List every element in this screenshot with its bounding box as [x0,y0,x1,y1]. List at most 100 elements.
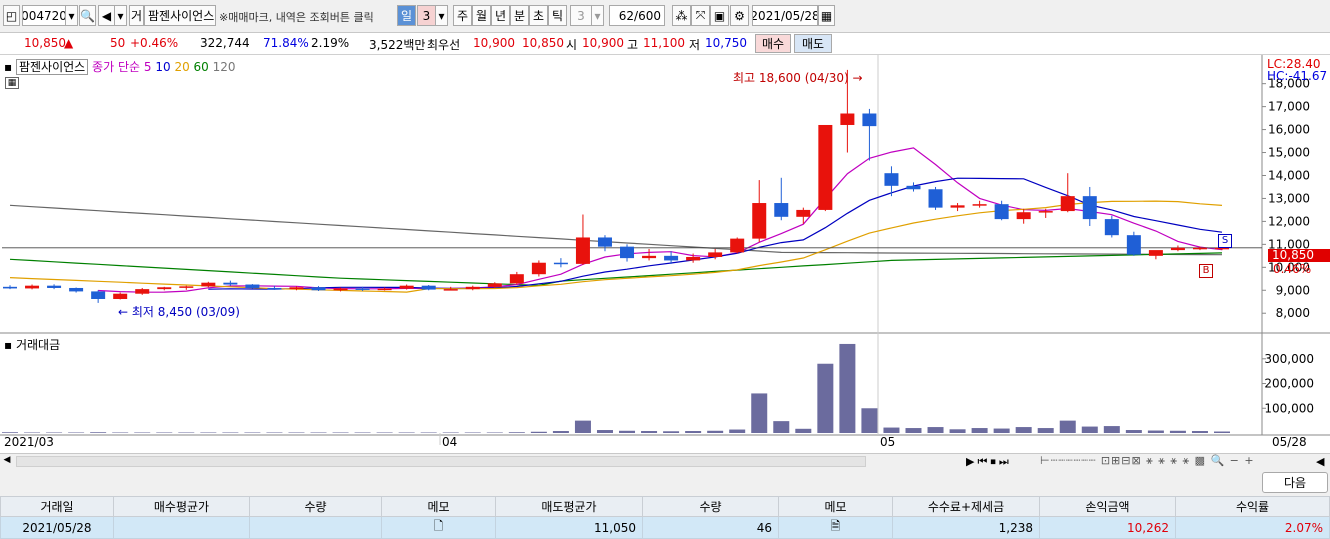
scroll-left-icon[interactable]: ◀ [0,455,14,468]
current-price: 10,850 [24,36,66,50]
price-tick-label: 14,000 [1268,168,1310,182]
stock-name-field: 팜젠사이언스 [144,5,216,26]
date-input[interactable]: 2021/05/28 [752,5,818,26]
sell-marker[interactable]: S [1218,234,1232,248]
candle-body [620,247,634,258]
tick-value-input[interactable]: 3 [570,5,592,26]
volume-bar [883,428,899,433]
buy-qty [250,517,382,539]
high-annotation: 최고 18,600 (04/30) → [733,69,863,86]
candle-body [3,287,17,289]
day-count-dropdown-icon[interactable]: ▾ [436,5,448,26]
candle-body [245,285,259,288]
search-icon[interactable]: 🔍 [79,5,96,26]
tools-icon[interactable]: ⁂ [672,5,691,26]
buy-button[interactable]: 매수 [755,34,791,53]
candle-body [334,288,348,290]
tick-dropdown-icon[interactable]: ▾ [592,5,604,26]
memo-icon[interactable]: 🗋 [382,517,496,539]
candle-body [951,205,965,207]
window-menu-icon[interactable]: ◰ [3,5,20,26]
candle-body [642,256,656,258]
tab-tick[interactable]: 틱 [548,5,567,26]
crosshair-icon[interactable]: ⤧ [691,5,710,26]
col-header: 메모 [779,497,893,517]
horizontal-scrollbar[interactable]: ◀ ▶⏮⏹⏭ ⊢┈┈┈┈┈┈ ⊡⊞⊟⊠ ⚹ ⚹ ⚹ ⚹ ▩ 🔍 − + ◀ [0,453,1330,469]
legend-stock-name[interactable]: 팜젠사이언스 [16,59,88,75]
volume-bar [707,431,723,433]
count-field[interactable]: 62/600 [609,5,665,26]
toolbar: ◰ 004720 ▾ 🔍 ◀ ▾ 거 팜젠사이언스 ※매매마크, 내역은 조회버… [0,0,1330,33]
candle-body [576,237,590,263]
col-header: 수익률 [1176,497,1330,517]
type-button[interactable]: 거 [129,5,144,26]
chart-tools-icons[interactable]: ⊢┈┈┈┈┈┈ ⊡⊞⊟⊠ ⚹ ⚹ ⚹ ⚹ ▩ 🔍 − + [1040,454,1255,468]
volume-bar [751,393,767,433]
table-icon[interactable]: ▦ [5,77,19,89]
volume-bar [839,344,855,433]
volume-bar [1214,432,1230,433]
candle-body [752,203,766,239]
scroll-right-icon[interactable]: ◀ [1316,455,1324,468]
table-row[interactable]: 2021/05/28 🗋 11,050 46 🗎 1,238 10,262 2.… [1,517,1330,539]
tab-day[interactable]: 일 [397,5,416,26]
next-button[interactable]: 다음 [1262,472,1328,493]
chart-area[interactable]: 18,00017,00016,00015,00014,00013,00012,0… [0,55,1330,453]
turnover: 2.19% [311,36,349,50]
candle-body [1105,219,1119,235]
navigation-icons[interactable]: ▶⏮⏹⏭ [966,455,1012,469]
volume-ratio: 71.84% [263,36,309,50]
stock-code-dropdown-icon[interactable]: ▾ [66,5,78,26]
sell-button[interactable]: 매도 [794,34,832,53]
scroll-thumb[interactable] [16,456,866,467]
chart-menu-icon[interactable]: ▪ [4,60,12,74]
change-percent: +0.46% [130,36,178,50]
volume-bar [597,430,613,433]
price-tick-label: 8,000 [1276,306,1310,320]
low-price: 10,750 [705,36,747,50]
candle-body [1149,250,1163,256]
volume-bar [950,429,966,433]
date-label: 05/28 [1272,435,1307,449]
chart-legend: ▪ 팜젠사이언스 종가 단순 5 10 20 60 120 [4,58,236,75]
stock-code-input[interactable]: 004720 [22,5,66,26]
calendar-icon[interactable]: ▦ [818,5,835,26]
volume-bar [641,431,657,433]
tab-second[interactable]: 초 [529,5,548,26]
volume: 322,744 [200,36,250,50]
gear-icon[interactable]: ⚙ [730,5,749,26]
tab-minute[interactable]: 분 [510,5,529,26]
legend-ma5: 5 [144,60,152,74]
candle-body [488,283,502,286]
tab-year[interactable]: 년 [491,5,510,26]
speaker-icon[interactable]: ◀ [98,5,115,26]
save-icon[interactable]: ▣ [710,5,729,26]
date-label: 2021/03 [4,435,54,449]
volume-bar [928,427,944,433]
memo-icon[interactable]: 🗎 [779,517,893,539]
volume-bar [1148,431,1164,433]
volume-bar [575,421,591,433]
buy-marker[interactable]: B [1199,264,1213,278]
speaker-dropdown-icon[interactable]: ▾ [115,5,127,26]
candle-body [223,283,237,285]
candle-body [356,288,370,290]
candlestick-chart[interactable]: 18,00017,00016,00015,00014,00013,00012,0… [0,55,1330,453]
tab-day-count[interactable]: 3 [417,5,436,26]
tab-month[interactable]: 월 [472,5,491,26]
volume-bar [1082,427,1098,433]
price-tag: 10,850 [1268,249,1330,262]
candle-body [113,294,127,299]
volume-bar [90,432,106,433]
change-value: 50 [110,36,125,50]
candle-body [598,237,612,246]
price-tick-label: 16,000 [1268,123,1310,137]
candle-body [1083,196,1097,219]
percent-tag: 0.46% [1273,262,1311,276]
tab-week[interactable]: 주 [453,5,472,26]
volume-bar [972,428,988,433]
candle-body [796,210,810,217]
candle-body [973,204,987,206]
candle-body [400,286,414,289]
price-tick-label: 17,000 [1268,100,1310,114]
